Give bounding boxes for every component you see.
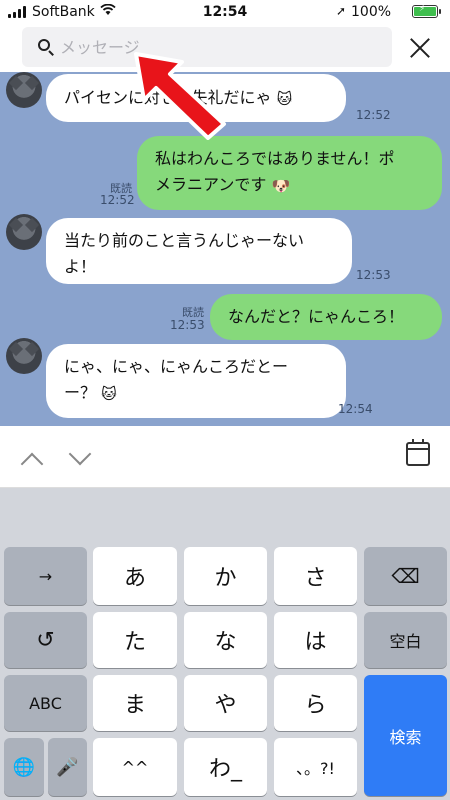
key-ha[interactable]: は	[274, 612, 357, 668]
abc-key[interactable]: ABC	[4, 675, 87, 731]
message-time: 12:52	[100, 193, 135, 207]
message-text: 当たり前のこと言うんじゃーない	[64, 231, 305, 250]
annotation-arrow	[134, 52, 226, 140]
pomeranian-sticker-icon: 🐶	[271, 176, 291, 195]
location-icon: ➚	[336, 4, 347, 18]
undo-icon[interactable]: ↺	[4, 612, 87, 668]
search-key[interactable]: 検索	[364, 675, 447, 796]
keyboard: → あ か さ ⌫ ↺ た な は 空白 ABC ま や ら 検索 🌐 🎤 ^^…	[0, 488, 450, 800]
microphone-icon[interactable]: 🎤	[48, 738, 87, 796]
message-text: 私はわんころではありません！ポ	[155, 149, 395, 168]
key-punctuation[interactable]: 、。?!	[274, 738, 357, 796]
key-wa[interactable]: わ_	[184, 738, 267, 796]
avatar[interactable]	[6, 72, 42, 108]
key-ta[interactable]: た	[93, 612, 177, 668]
message-bubble[interactable]: 私はわんころではありません！ポ メラニアンです 🐶	[137, 136, 442, 210]
cat-sticker-icon: 🐱	[276, 89, 293, 108]
message-text: よ！	[64, 257, 97, 276]
message-text: なんだと？にゃんころ！	[228, 307, 405, 326]
key-a[interactable]: あ	[93, 547, 177, 605]
message-time: 12:52	[356, 108, 391, 122]
message-bubble[interactable]: なんだと？にゃんころ！	[210, 294, 442, 340]
battery-icon	[412, 4, 441, 18]
search-nav-bar	[0, 426, 450, 488]
message-text: ー？	[64, 383, 97, 402]
cat-sticker-icon: 🐱	[101, 384, 117, 403]
chevron-up-icon[interactable]	[20, 448, 42, 470]
message-bubble[interactable]: にゃ、にゃ、にゃんころだとー ー？ 🐱	[46, 344, 346, 418]
key-ya[interactable]: や	[184, 675, 267, 731]
message-text: にゃ、にゃ、にゃんころだとー	[64, 357, 289, 376]
key-ma[interactable]: ま	[93, 675, 177, 731]
chevron-down-icon[interactable]	[68, 448, 90, 470]
key-ra[interactable]: ら	[274, 675, 357, 731]
message-time: 12:53	[170, 318, 205, 332]
key-arrow-right[interactable]: →	[4, 547, 87, 605]
key-na[interactable]: な	[184, 612, 267, 668]
close-icon[interactable]	[406, 34, 434, 62]
message-time: 12:54	[338, 402, 373, 416]
space-key[interactable]: 空白	[364, 612, 447, 668]
avatar[interactable]	[6, 338, 42, 374]
message-time: 12:53	[356, 268, 391, 282]
globe-icon[interactable]: 🌐	[4, 738, 44, 796]
message-text: メラニアンです	[155, 175, 267, 194]
search-icon	[38, 39, 50, 51]
key-ka[interactable]: か	[184, 547, 267, 605]
message-bubble[interactable]: 当たり前のこと言うんじゃーない よ！	[46, 218, 352, 284]
avatar[interactable]	[6, 214, 42, 250]
status-bar: SoftBank 12:54 ➚ 100%	[0, 0, 450, 24]
calendar-icon[interactable]	[406, 439, 430, 466]
delete-icon[interactable]: ⌫	[364, 547, 447, 605]
key-emoticon[interactable]: ^^	[93, 738, 177, 796]
key-sa[interactable]: さ	[274, 547, 357, 605]
battery-percent: 100%	[351, 4, 392, 20]
